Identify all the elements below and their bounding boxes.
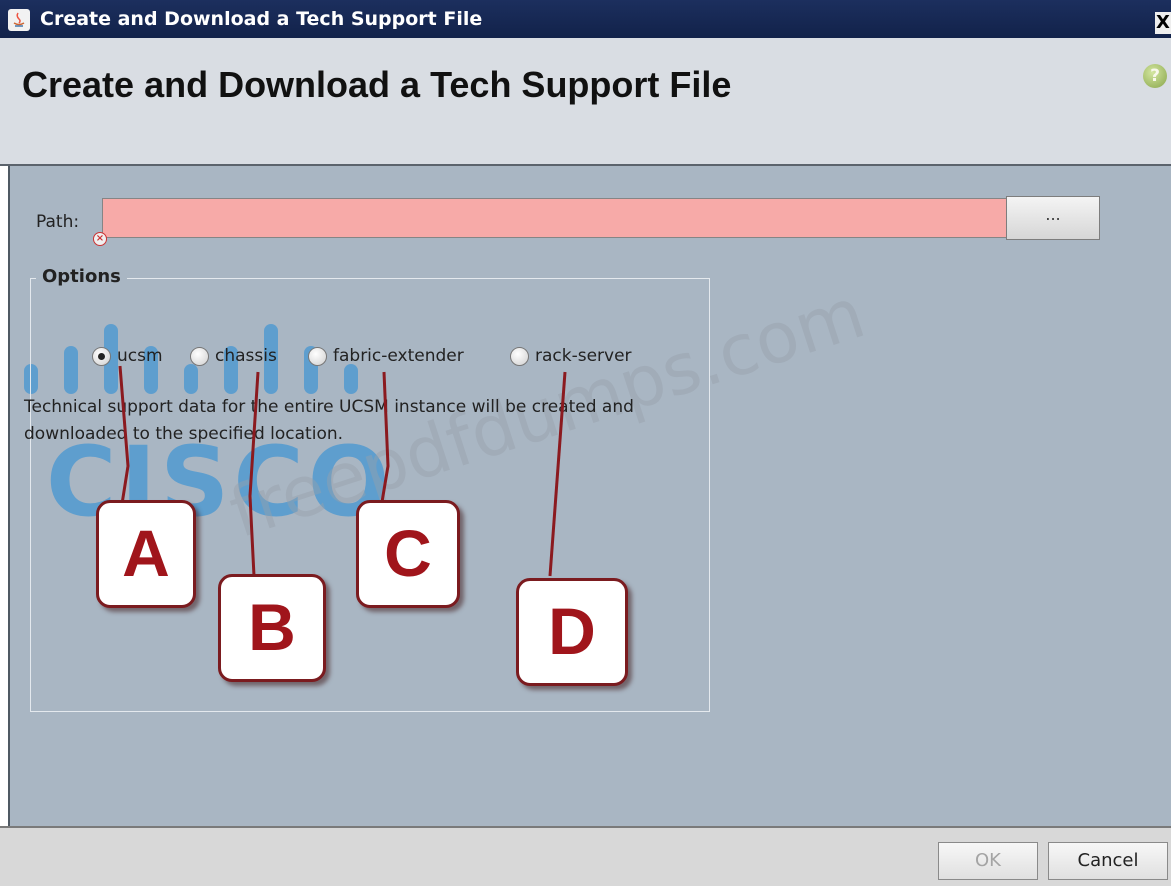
help-icon[interactable]: ? — [1143, 64, 1167, 88]
callout-leader-lines — [118, 365, 567, 577]
window-titlebar: Create and Download a Tech Support File … — [0, 0, 1171, 38]
callout-d: D — [516, 578, 628, 686]
dialog-footer: OK Cancel — [0, 826, 1171, 886]
dialog-body: Path: × ... CISCO freepdfdumps.com Optio… — [8, 166, 1171, 826]
page-title: Create and Download a Tech Support File — [22, 64, 732, 105]
ok-button[interactable]: OK — [938, 842, 1038, 880]
window-title: Create and Download a Tech Support File — [40, 8, 483, 30]
callout-b: B — [218, 574, 326, 682]
close-icon[interactable]: X — [1155, 12, 1171, 34]
cancel-button[interactable]: Cancel — [1048, 842, 1168, 880]
java-icon — [8, 9, 30, 31]
callout-c: C — [356, 500, 460, 608]
dialog-header: Create and Download a Tech Support File … — [0, 38, 1171, 166]
callout-a: A — [96, 500, 196, 608]
